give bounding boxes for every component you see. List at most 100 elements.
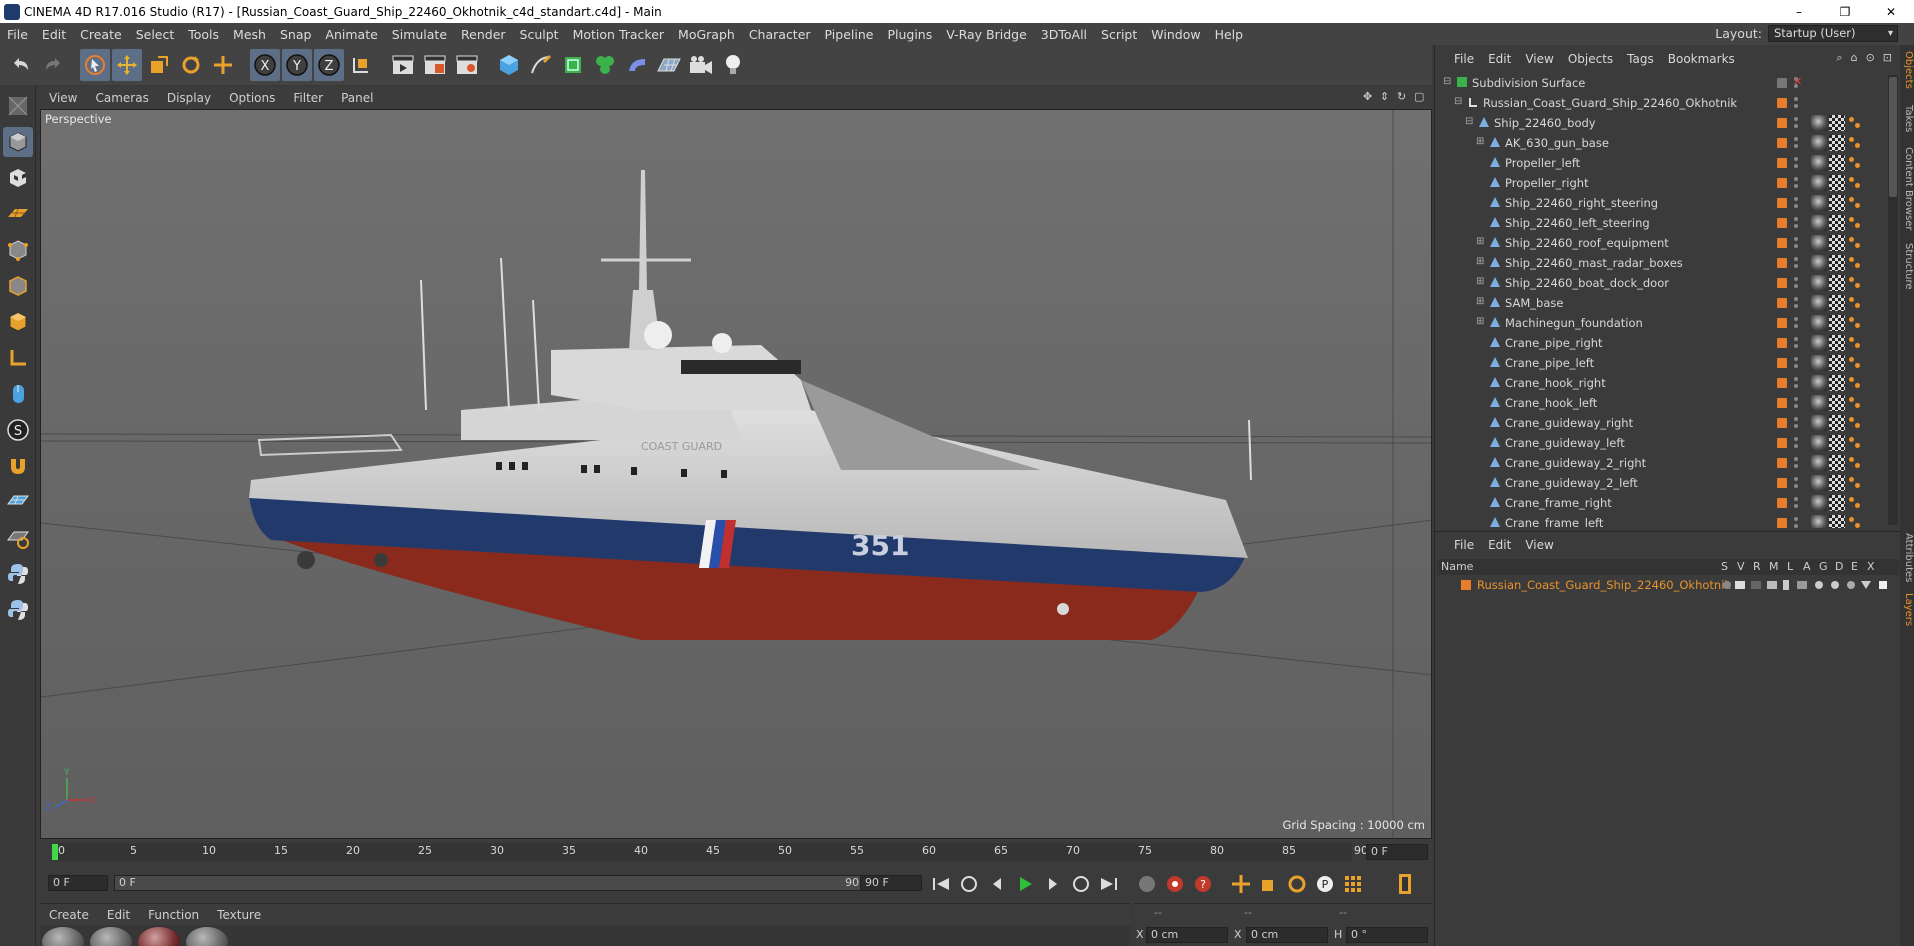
layer-toggle-icons[interactable] bbox=[1721, 577, 1901, 593]
add-spline-button[interactable] bbox=[526, 49, 556, 81]
object-row[interactable]: ⊞ SAM_base bbox=[1435, 293, 1887, 313]
material-menu-texture[interactable]: Texture bbox=[208, 908, 270, 922]
selection-tag-icon[interactable] bbox=[1847, 515, 1863, 528]
key-scale-button[interactable] bbox=[1256, 872, 1282, 896]
visibility-toggle-icon[interactable] bbox=[1793, 236, 1799, 250]
selection-tag-icon[interactable] bbox=[1847, 155, 1863, 171]
object-tree-scrollbar[interactable] bbox=[1888, 75, 1898, 525]
render-to-picture-viewer-button[interactable] bbox=[420, 49, 450, 81]
go-to-end-button[interactable] bbox=[1096, 872, 1122, 896]
layer-color-dot[interactable] bbox=[1777, 338, 1787, 348]
material-thumbnail[interactable] bbox=[90, 927, 132, 946]
layer-color-dot[interactable] bbox=[1777, 218, 1787, 228]
layer-color-dot[interactable] bbox=[1777, 118, 1787, 128]
enable-snapping-button[interactable] bbox=[3, 487, 33, 517]
visibility-toggle-icon[interactable] bbox=[1793, 296, 1799, 310]
workplane-mode-button[interactable] bbox=[3, 199, 33, 229]
visibility-toggle-icon[interactable] bbox=[1793, 356, 1799, 370]
expand-icon[interactable]: ⊞ bbox=[1476, 297, 1486, 307]
selection-tag-icon[interactable] bbox=[1847, 175, 1863, 191]
add-light-button[interactable] bbox=[718, 49, 748, 81]
dolly-view-icon[interactable]: ⇕ bbox=[1380, 90, 1392, 104]
add-subdivision-button[interactable] bbox=[558, 49, 588, 81]
expand-icon[interactable]: ⊞ bbox=[1476, 137, 1486, 147]
scrollbar-thumb[interactable] bbox=[1889, 77, 1897, 197]
rotation-h-field[interactable]: 0 ° bbox=[1346, 927, 1428, 943]
menu-edit[interactable]: Edit bbox=[35, 27, 73, 42]
autokey-button[interactable] bbox=[1162, 872, 1188, 896]
minimize-button[interactable]: – bbox=[1776, 0, 1822, 23]
selection-tag-icon[interactable] bbox=[1847, 235, 1863, 251]
visibility-toggle-icon[interactable] bbox=[1793, 116, 1799, 130]
selection-tag-icon[interactable] bbox=[1847, 315, 1863, 331]
position-x-field[interactable]: 0 cm bbox=[1146, 927, 1228, 943]
layer-color-dot[interactable] bbox=[1777, 378, 1787, 388]
material-tag-icon[interactable] bbox=[1811, 315, 1827, 331]
material-tag-icon[interactable] bbox=[1811, 155, 1827, 171]
redo-button[interactable] bbox=[38, 49, 68, 81]
previous-key-button[interactable] bbox=[956, 872, 982, 896]
uvw-tag-icon[interactable] bbox=[1829, 255, 1845, 271]
viewport-menu-options[interactable]: Options bbox=[220, 91, 284, 105]
menu-vray-bridge[interactable]: V-Ray Bridge bbox=[939, 27, 1034, 42]
next-key-button[interactable] bbox=[1068, 872, 1094, 896]
material-tag-icon[interactable] bbox=[1811, 215, 1827, 231]
uvw-tag-icon[interactable] bbox=[1829, 315, 1845, 331]
object-row[interactable]: Propeller_left bbox=[1435, 153, 1887, 173]
key-position-button[interactable] bbox=[1228, 872, 1254, 896]
home-icon[interactable]: ⌂ bbox=[1851, 51, 1858, 65]
timeline-ruler[interactable]: 0 5 10 15 20 25 30 35 40 45 50 55 60 65 70 75 80 85 90 0 F bbox=[40, 839, 1432, 865]
expand-icon[interactable]: ⊞ bbox=[1476, 257, 1486, 267]
visibility-toggle-icon[interactable] bbox=[1793, 436, 1799, 450]
visibility-toggle-icon[interactable] bbox=[1793, 96, 1799, 110]
layer-color-dot[interactable] bbox=[1777, 518, 1787, 528]
selection-tag-icon[interactable] bbox=[1847, 435, 1863, 451]
next-frame-button[interactable] bbox=[1040, 872, 1066, 896]
visibility-toggle-icon[interactable] bbox=[1793, 376, 1799, 390]
tab-structure[interactable]: Structure bbox=[1900, 243, 1914, 290]
object-row[interactable]: ⊞ Ship_22460_mast_radar_boxes bbox=[1435, 253, 1887, 273]
restore-button[interactable]: ❐ bbox=[1822, 0, 1868, 23]
selection-tag-icon[interactable] bbox=[1847, 115, 1863, 131]
visibility-toggle-icon[interactable] bbox=[1793, 156, 1799, 170]
menu-character[interactable]: Character bbox=[742, 27, 818, 42]
uvw-tag-icon[interactable] bbox=[1829, 115, 1845, 131]
rotate-tool[interactable] bbox=[176, 49, 206, 81]
om-menu-edit[interactable]: Edit bbox=[1481, 52, 1518, 66]
uvw-tag-icon[interactable] bbox=[1829, 495, 1845, 511]
menu-render[interactable]: Render bbox=[454, 27, 513, 42]
new-window-icon[interactable]: ⊡ bbox=[1883, 51, 1892, 65]
object-row[interactable]: ⊞ Machinegun_foundation bbox=[1435, 313, 1887, 333]
layer-row[interactable]: Russian_Coast_Guard_Ship_22460_Okhotnik bbox=[1437, 576, 1899, 594]
undo-button[interactable] bbox=[6, 49, 36, 81]
menu-snap[interactable]: Snap bbox=[273, 27, 318, 42]
key-pla-button[interactable] bbox=[1340, 872, 1366, 896]
menu-3dtoall[interactable]: 3DToAll bbox=[1034, 27, 1094, 42]
rotate-view-icon[interactable]: ↻ bbox=[1397, 90, 1409, 104]
layer-color-swatch[interactable] bbox=[1461, 580, 1471, 590]
material-tag-icon[interactable] bbox=[1811, 515, 1827, 528]
object-row[interactable]: Ship_22460_right_steering bbox=[1435, 193, 1887, 213]
material-tag-icon[interactable] bbox=[1811, 175, 1827, 191]
menu-plugins[interactable]: Plugins bbox=[880, 27, 939, 42]
lm-menu-edit[interactable]: Edit bbox=[1481, 538, 1518, 552]
selection-tag-icon[interactable] bbox=[1847, 355, 1863, 371]
tab-attributes[interactable]: Attributes bbox=[1900, 533, 1914, 582]
object-row[interactable]: ⊟ Ship_22460_body bbox=[1435, 113, 1887, 133]
pan-view-icon[interactable]: ✥ bbox=[1363, 90, 1375, 104]
expand-icon[interactable]: ⊞ bbox=[1476, 277, 1486, 287]
selection-tag-icon[interactable] bbox=[1847, 275, 1863, 291]
tab-takes[interactable]: Takes bbox=[1900, 105, 1914, 132]
material-tag-icon[interactable] bbox=[1811, 275, 1827, 291]
object-row[interactable]: Crane_guideway_left bbox=[1435, 433, 1887, 453]
material-menu-create[interactable]: Create bbox=[40, 908, 98, 922]
go-to-start-button[interactable] bbox=[928, 872, 954, 896]
disabled-generator-icon[interactable]: ✕ bbox=[1793, 75, 1802, 88]
uvw-tag-icon[interactable] bbox=[1829, 135, 1845, 151]
selection-tag-icon[interactable] bbox=[1847, 475, 1863, 491]
object-row[interactable]: ⊞ AK_630_gun_base bbox=[1435, 133, 1887, 153]
material-tag-icon[interactable] bbox=[1811, 235, 1827, 251]
add-floor-button[interactable] bbox=[654, 49, 684, 81]
points-mode-button[interactable] bbox=[3, 235, 33, 265]
layer-color-dot[interactable] bbox=[1777, 278, 1787, 288]
